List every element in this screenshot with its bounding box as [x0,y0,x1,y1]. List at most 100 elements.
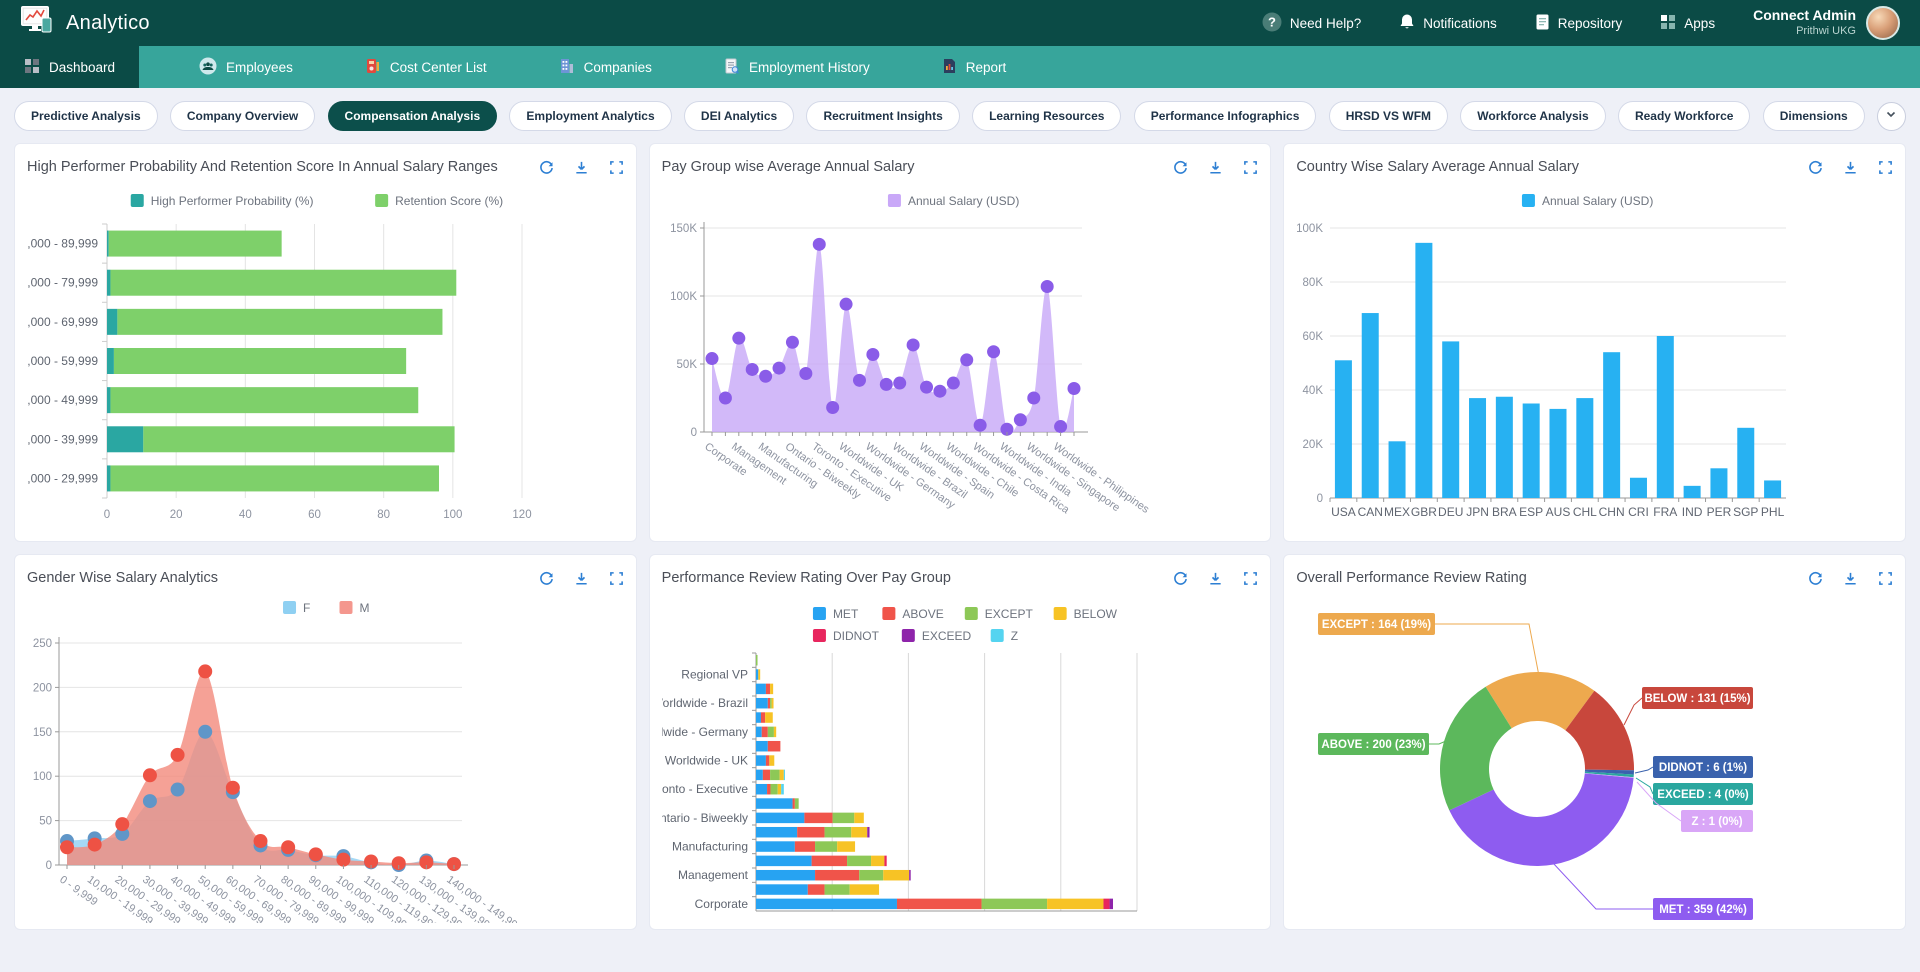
pill-performance-infographics[interactable]: Performance Infographics [1134,101,1317,131]
svg-text:60: 60 [308,509,321,521]
fullscreen-icon[interactable] [1878,160,1893,175]
repository-button[interactable]: Repository [1535,13,1623,34]
pill-workforce-analysis[interactable]: Workforce Analysis [1460,101,1605,131]
chevron-down-icon [1885,107,1897,125]
svg-text:Z: Z [1010,629,1017,643]
svg-text:0: 0 [104,509,110,521]
fullscreen-icon[interactable] [1243,160,1258,175]
svg-text:F: F [303,601,310,615]
card-header: Gender Wise Salary Analytics [27,565,624,591]
svg-text:EXCEPT: EXCEPT [984,607,1033,621]
svg-text:ESP: ESP [1519,505,1543,519]
svg-text:DEU: DEU [1438,505,1463,519]
card-performance-by-paygroup: Performance Review Rating Over Pay Group… [649,554,1272,930]
refresh-icon[interactable] [539,160,554,175]
tab-label: Employees [226,60,293,75]
pill-employment-analytics[interactable]: Employment Analytics [509,101,671,131]
need-help-button[interactable]: ? Need Help? [1262,12,1361,35]
pill-dei-analytics[interactable]: DEI Analytics [684,101,794,131]
svg-text:AUS: AUS [1546,505,1571,519]
pills-expand-button[interactable] [1877,102,1906,131]
card-gender-salary: Gender Wise Salary AnalyticsFM0501001502… [14,554,637,930]
download-icon[interactable] [1843,160,1858,175]
download-icon[interactable] [1843,571,1858,586]
app-logo-icon [20,5,54,41]
document-icon [1535,13,1550,34]
filter-pill-bar: Predictive Analysis Company Overview Compe… [14,101,1906,131]
svg-text:FRA: FRA [1654,505,1678,519]
svg-text:Annual Salary (USD): Annual Salary (USD) [908,194,1019,208]
pill-predictive-analysis[interactable]: Predictive Analysis [14,101,158,131]
refresh-icon[interactable] [1808,160,1823,175]
svg-text:Ontario - Biweekly: Ontario - Biweekly [662,811,748,825]
svg-text:Toronto - Executive: Toronto - Executive [662,782,748,796]
fullscreen-icon[interactable] [1878,571,1893,586]
svg-text:USA: USA [1331,505,1356,519]
companies-icon [559,57,575,78]
tab-employees[interactable]: Employees [175,46,317,88]
card-title: Gender Wise Salary Analytics [27,570,218,586]
download-icon[interactable] [1208,571,1223,586]
tab-dashboard[interactable]: Dashboard [0,46,139,88]
svg-text:Management: Management [678,868,749,882]
top-bar: Analytico ? Need Help? Notifications Rep… [0,0,1920,46]
refresh-icon[interactable] [539,571,554,586]
svg-text:Annual Salary (USD): Annual Salary (USD) [1542,194,1653,208]
report-icon [942,57,957,78]
pill-compensation-analysis[interactable]: Compensation Analysis [328,101,498,131]
svg-text:150: 150 [33,727,52,739]
tab-report[interactable]: Report [918,46,1031,88]
pill-company-overview[interactable]: Company Overview [170,101,315,131]
svg-text:CRI: CRI [1628,505,1649,519]
svg-text:100K: 100K [1296,223,1323,235]
svg-text:30,000 - 39,999: 30,000 - 39,999 [27,432,98,446]
user-menu[interactable]: Connect Admin Prithwi UKG [1753,6,1900,40]
cost-center-icon [365,57,381,78]
top-right-menu: ? Need Help? Notifications Repository Ap… [1262,6,1900,40]
tab-cost-center-list[interactable]: Cost Center List [341,46,511,88]
svg-text:IND: IND [1682,505,1703,519]
apps-button[interactable]: Apps [1660,14,1715,33]
pill-learning-resources[interactable]: Learning Resources [972,101,1121,131]
svg-text:PER: PER [1707,505,1732,519]
pill-ready-workforce[interactable]: Ready Workforce [1618,101,1750,131]
download-icon[interactable] [1208,160,1223,175]
svg-text:80,000 - 89,999: 80,000 - 89,999 [27,237,98,251]
user-subtitle: Prithwi UKG [1753,25,1856,39]
tab-label: Companies [584,60,652,75]
svg-text:MEX: MEX [1384,505,1410,519]
svg-text:CHN: CHN [1599,505,1625,519]
card-actions [1808,571,1893,586]
download-icon[interactable] [574,160,589,175]
card-title: Performance Review Rating Over Pay Group [662,570,951,586]
avatar[interactable] [1866,6,1900,40]
card-header: Pay Group wise Average Annual Salary [662,154,1259,180]
pill-recruitment-insights[interactable]: Recruitment Insights [806,101,959,131]
download-icon[interactable] [574,571,589,586]
pill-dimensions[interactable]: Dimensions [1763,101,1865,131]
refresh-icon[interactable] [1808,571,1823,586]
svg-text:20,000 - 29,999: 20,000 - 29,999 [27,471,98,485]
pill-hrsd-vs-wfm[interactable]: HRSD VS WFM [1329,101,1448,131]
notifications-button[interactable]: Notifications [1399,13,1497,34]
app-title: Analytico [66,12,150,35]
card-actions [1808,160,1893,175]
svg-text:50K: 50K [676,359,697,371]
refresh-icon[interactable] [1173,160,1188,175]
svg-text:250: 250 [33,638,52,650]
card-actions [1173,160,1258,175]
tab-companies[interactable]: Companies [535,46,676,88]
svg-text:Worldwide - Brazil: Worldwide - Brazil [662,696,748,710]
fullscreen-icon[interactable] [609,160,624,175]
svg-text:Worldwide - Germany: Worldwide - Germany [662,725,748,739]
svg-text:DIDNOT : 6 (1%): DIDNOT : 6 (1%) [1659,762,1747,774]
card-pay-group-salary: Pay Group wise Average Annual Salary Annu… [649,143,1272,542]
card-title: Country Wise Salary Average Annual Salar… [1296,159,1579,175]
fullscreen-icon[interactable] [1243,571,1258,586]
svg-text:SGP: SGP [1733,505,1758,519]
svg-text:100: 100 [33,771,52,783]
svg-text:CAN: CAN [1358,505,1383,519]
fullscreen-icon[interactable] [609,571,624,586]
tab-employment-history[interactable]: Employment History [700,46,894,88]
refresh-icon[interactable] [1173,571,1188,586]
